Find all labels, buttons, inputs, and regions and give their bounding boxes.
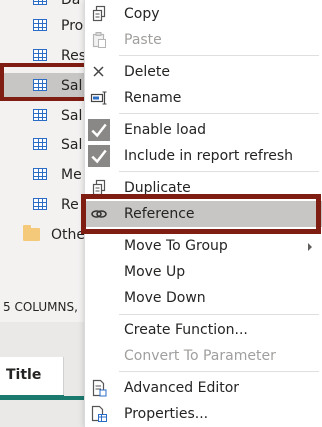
rename-icon bbox=[90, 91, 107, 105]
menu-item-rename[interactable]: Rename bbox=[85, 85, 322, 111]
close-icon bbox=[93, 66, 104, 77]
query-label: Re bbox=[61, 197, 79, 213]
checkmark-icon bbox=[88, 119, 110, 141]
menu-item-create-function[interactable]: Create Function... bbox=[85, 317, 322, 343]
table-icon bbox=[33, 0, 47, 5]
menu-item-enable-load[interactable]: Enable load bbox=[85, 117, 322, 143]
table-icon bbox=[33, 19, 47, 31]
menu-item-label: Move Up bbox=[124, 264, 186, 280]
table-icon bbox=[33, 109, 47, 121]
properties-icon bbox=[91, 405, 107, 422]
advanced-editor-icon bbox=[92, 379, 107, 397]
menu-item-label: Paste bbox=[124, 32, 162, 48]
table-icon bbox=[33, 49, 47, 61]
table-icon bbox=[33, 138, 47, 150]
menu-item-label: Include in report refresh bbox=[124, 148, 294, 164]
menu-separator bbox=[119, 314, 319, 315]
menu-separator bbox=[119, 171, 319, 172]
table-icon bbox=[33, 168, 47, 180]
copy-icon bbox=[92, 5, 106, 22]
menu-item-label: Enable load bbox=[124, 122, 207, 138]
menu-item-move-down[interactable]: Move Down bbox=[85, 285, 322, 311]
menu-item-label: Advanced Editor bbox=[124, 380, 240, 396]
title-tab[interactable]: Title bbox=[0, 357, 64, 397]
selected-query-highlight-frame bbox=[0, 63, 88, 101]
folder-icon bbox=[23, 225, 40, 241]
menu-item-include-refresh[interactable]: Include in report refresh bbox=[85, 143, 322, 169]
folder-label: Othe bbox=[51, 227, 85, 243]
menu-item-label: Delete bbox=[124, 64, 170, 80]
reference-highlight-frame bbox=[81, 194, 321, 234]
chevron-right-icon bbox=[308, 243, 312, 251]
title-tab-indicator bbox=[0, 395, 64, 397]
menu-item-move-up[interactable]: Move Up bbox=[85, 259, 322, 285]
menu-separator bbox=[119, 371, 319, 372]
query-label: Pro bbox=[61, 18, 84, 34]
menu-item-label: Rename bbox=[124, 90, 182, 106]
paste-icon bbox=[92, 32, 106, 48]
menu-item-properties[interactable]: Properties... bbox=[85, 401, 322, 427]
menu-item-label: Copy bbox=[124, 6, 160, 22]
query-label: Sal bbox=[61, 137, 83, 153]
checkmark-icon bbox=[88, 145, 110, 167]
table-icon bbox=[33, 198, 47, 210]
menu-item-move-to-group[interactable]: Move To Group bbox=[85, 233, 322, 259]
menu-item-delete[interactable]: Delete bbox=[85, 59, 322, 85]
query-label: Da bbox=[61, 0, 81, 8]
menu-item-advanced-editor[interactable]: Advanced Editor bbox=[85, 375, 322, 401]
menu-item-label: Create Function... bbox=[124, 322, 248, 338]
menu-separator bbox=[119, 113, 319, 114]
menu-separator bbox=[119, 55, 319, 56]
menu-item-convert-parameter[interactable]: Convert To Parameter bbox=[85, 343, 322, 369]
menu-item-label: Move To Group bbox=[124, 238, 228, 254]
menu-item-paste[interactable]: Paste bbox=[85, 27, 322, 53]
title-tab-label: Title bbox=[6, 367, 42, 383]
menu-item-label: Move Down bbox=[124, 290, 206, 306]
menu-item-label: Properties... bbox=[124, 406, 209, 422]
menu-item-copy[interactable]: Copy bbox=[85, 1, 322, 27]
menu-item-label: Convert To Parameter bbox=[124, 348, 276, 364]
query-label: Sal bbox=[61, 108, 83, 124]
query-label: Me bbox=[61, 167, 82, 183]
